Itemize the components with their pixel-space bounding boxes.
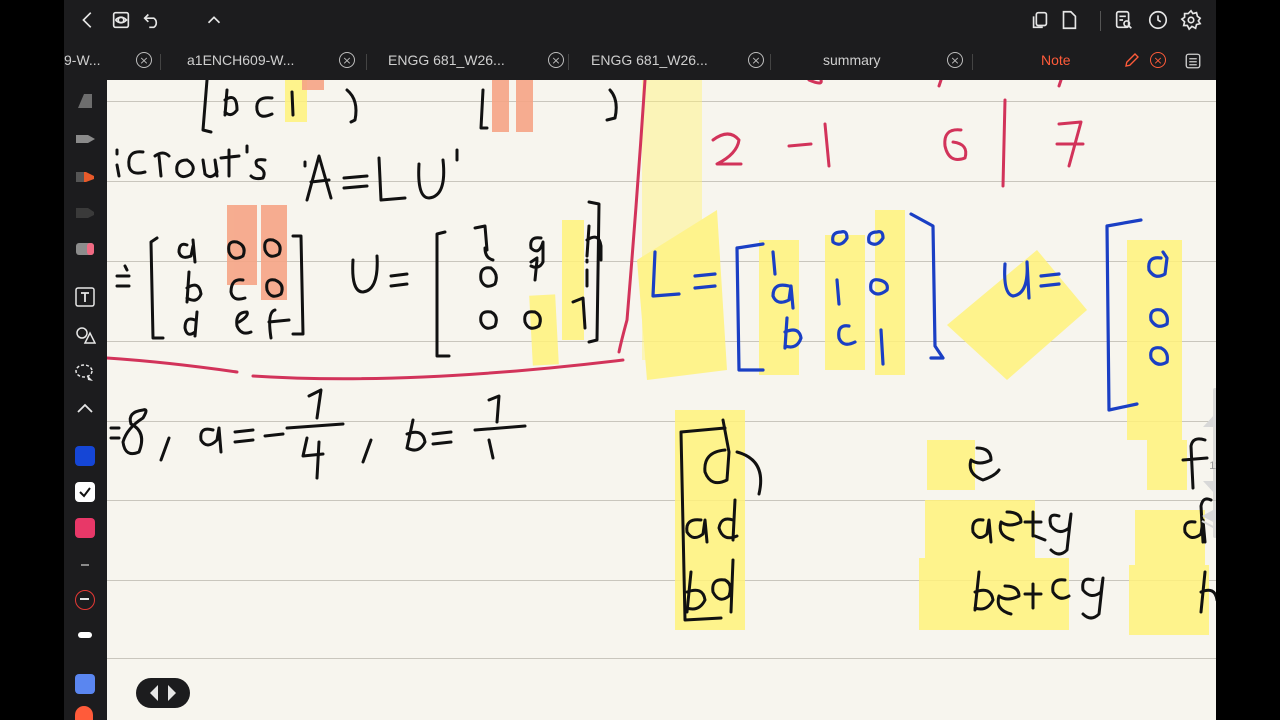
tab-label: summary	[823, 52, 881, 68]
copy-page-icon[interactable]	[1028, 9, 1052, 33]
tab-0[interactable]: 9-W... ×	[64, 42, 160, 80]
scroll-up-icon[interactable]	[1200, 410, 1216, 430]
shapes-tool-icon[interactable]	[74, 324, 96, 346]
stroke-thin-icon[interactable]	[81, 564, 89, 566]
pencil-icon[interactable]	[1123, 51, 1141, 69]
tab-bar: 9-W... × a1ENCH609-W... × ENGG 681_W26..…	[64, 42, 1216, 80]
stroke-medium-icon[interactable]	[75, 590, 95, 610]
add-color-icon[interactable]	[75, 706, 93, 720]
tab-5[interactable]: Note ×	[972, 42, 1178, 80]
tab-label: a1ENCH609-W...	[187, 52, 295, 68]
layers-icon[interactable]	[1200, 506, 1216, 534]
close-icon[interactable]: ×	[1150, 52, 1166, 68]
tab-4[interactable]: summary ×	[770, 42, 970, 80]
page-number: 11	[1209, 460, 1216, 472]
close-icon[interactable]: ×	[548, 52, 564, 68]
prev-page-icon[interactable]	[150, 685, 158, 701]
color-swatch-blue[interactable]	[75, 446, 95, 466]
close-icon[interactable]: ×	[748, 52, 764, 68]
marker-tool-icon[interactable]	[74, 202, 96, 224]
tab-label: 9-W...	[64, 52, 101, 68]
close-icon[interactable]: ×	[947, 52, 963, 68]
tab-1[interactable]: a1ENCH609-W... ×	[160, 42, 360, 80]
tab-label: ENGG 681_W26...	[591, 52, 708, 68]
toolbar-divider	[1100, 11, 1101, 31]
page-icon[interactable]	[1057, 9, 1081, 33]
tab-2[interactable]: ENGG 681_W26... ×	[366, 42, 566, 80]
chevron-up-icon[interactable]	[74, 398, 96, 420]
check-icon	[79, 487, 91, 498]
top-toolbar	[64, 0, 1216, 42]
tab-label: Note	[1041, 52, 1071, 68]
app-window: 9-W... × a1ENCH609-W... × ENGG 681_W26..…	[64, 0, 1216, 720]
note-canvas[interactable]: 11	[107, 80, 1216, 720]
tab-label: ENGG 681_W26...	[388, 52, 505, 68]
tab-3[interactable]: ENGG 681_W26... ×	[568, 42, 768, 80]
tab-list-icon[interactable]	[1184, 52, 1202, 70]
stroke-thick-icon[interactable]	[78, 632, 92, 638]
tool-rail	[64, 80, 107, 720]
color-swatch-white-selected[interactable]	[75, 482, 95, 502]
pen-tool-icon[interactable]	[74, 128, 96, 150]
back-icon[interactable]	[76, 9, 100, 33]
page-nav-pill[interactable]	[136, 678, 190, 708]
eraser-tool-icon[interactable]	[74, 238, 96, 260]
scroll-down-icon[interactable]	[1200, 478, 1216, 498]
text-tool-icon[interactable]	[74, 286, 96, 308]
close-icon[interactable]: ×	[136, 52, 152, 68]
collapse-up-icon[interactable]	[202, 9, 226, 33]
clock-icon[interactable]	[1146, 9, 1170, 33]
lasso-tool-icon[interactable]	[74, 362, 96, 384]
color-swatch-light-blue[interactable]	[75, 674, 95, 694]
next-page-icon[interactable]	[168, 685, 176, 701]
blue-ink	[651, 212, 1169, 412]
close-icon[interactable]: ×	[339, 52, 355, 68]
undo-icon[interactable]	[140, 9, 164, 33]
handwriting-layer	[107, 80, 1216, 635]
gear-icon[interactable]	[1179, 9, 1203, 33]
fountain-pen-tool-icon[interactable]	[74, 90, 96, 112]
highlighter-tool-icon[interactable]	[74, 166, 96, 188]
page-scroll-widget[interactable]: 11	[1195, 388, 1216, 538]
color-swatch-pink[interactable]	[75, 518, 95, 538]
search-doc-icon[interactable]	[1112, 9, 1136, 33]
reading-mode-icon[interactable]	[109, 9, 133, 33]
